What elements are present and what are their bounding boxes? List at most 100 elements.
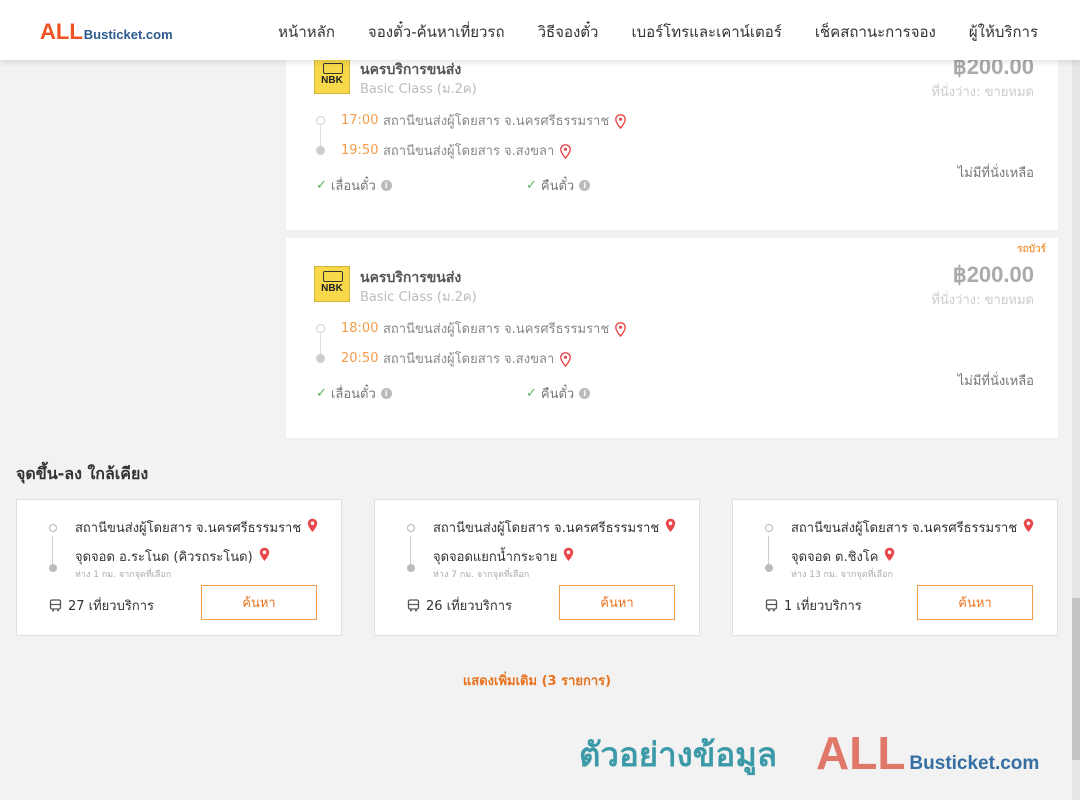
bus-class: Basic Class (ม.2ค) <box>360 290 477 305</box>
nearby-distance: ห่าง 7 กม. จากจุดที่เลือก <box>433 570 530 580</box>
map-pin-icon[interactable] <box>560 352 572 367</box>
departure-stop: 17:00 สถานีขนส่งผู้โดยสาร จ.นครศรีธรรมรา… <box>316 110 627 131</box>
watermark-logo: ALL Busticket.com <box>816 726 1039 780</box>
nearby-trips-count: 26 เที่ยวบริการ <box>426 599 512 614</box>
nav-operators[interactable]: ผู้ให้บริการ <box>969 20 1038 44</box>
nearby-card: สถานีขนส่งผู้โดยสาร จ.นครศรีธรรมราช จุดจ… <box>732 499 1058 636</box>
search-button[interactable]: ค้นหา <box>559 585 675 620</box>
nearby-trips: 27 เที่ยวบริการ <box>49 595 154 616</box>
operator-logo: NBK <box>314 266 350 302</box>
site-logo[interactable]: ALL Busticket.com <box>40 19 173 45</box>
operator-logo-text: NBK <box>321 283 343 294</box>
operator-logo-text: NBK <box>321 75 343 86</box>
check-icon: ✓ <box>316 178 327 193</box>
watermark-logo-all: ALL <box>816 727 906 779</box>
operator-logo: NBK <box>314 58 350 94</box>
map-pin-icon[interactable] <box>259 547 270 562</box>
check-icon: ✓ <box>316 386 327 401</box>
feature-reschedule: ✓ เลื่อนตั๋ว i <box>316 175 392 196</box>
nearby-trips-count: 27 เที่ยวบริการ <box>68 599 154 614</box>
search-button[interactable]: ค้นหา <box>917 585 1033 620</box>
ticket-price: ฿200.00 <box>952 262 1034 287</box>
feature-label: คืนตั๋ว <box>540 179 575 194</box>
no-seat-status: ไม่มีที่นั่งเหลือ <box>957 166 1034 181</box>
nearby-trips-count: 1 เที่ยวบริการ <box>784 599 862 614</box>
nav-home[interactable]: หน้าหลัก <box>278 20 335 44</box>
feature-label: เลื่อนตั๋ว <box>330 179 376 194</box>
info-icon[interactable]: i <box>380 388 392 399</box>
nearby-from: สถานีขนส่งผู้โดยสาร จ.นครศรีธรรมราช <box>433 517 676 538</box>
nav-how-to-book[interactable]: วิธีจองตั๋ว <box>538 20 599 44</box>
scrollbar-thumb[interactable] <box>1072 598 1080 760</box>
nearby-from: สถานีขนส่งผู้โดยสาร จ.นครศรีธรรมราช <box>791 517 1034 538</box>
departure-station: สถานีขนส่งผู้โดยสาร จ.นครศรีธรรมราช <box>383 322 610 337</box>
route-dot <box>316 354 325 363</box>
departure-station: สถานีขนส่งผู้โดยสาร จ.นครศรีธรรมราช <box>383 114 610 129</box>
show-more-link[interactable]: แสดงเพิ่มเติม (3 รายการ) <box>0 670 1074 691</box>
nearby-trips: 1 เที่ยวบริการ <box>765 595 862 616</box>
route-dot <box>316 116 325 125</box>
map-pin-icon[interactable] <box>615 322 627 337</box>
route-dot <box>49 564 57 572</box>
nearby-to: จุดจอด ต.ชิงโค <box>791 546 895 567</box>
arrival-stop: 19:50 สถานีขนส่งผู้โดยสาร จ.สงขลา <box>316 140 572 161</box>
footer-partial-text: ... ... ... <box>440 792 482 800</box>
route-dot <box>49 524 57 532</box>
route-dot <box>765 524 773 532</box>
trip-card[interactable]: รถบัวร์ NBK นครบริการขนส่ง Basic Class (… <box>286 238 1058 438</box>
info-icon[interactable]: i <box>579 180 591 191</box>
route-dot <box>407 524 415 532</box>
bus-icon <box>323 63 343 74</box>
bus-icon <box>765 599 778 612</box>
departure-stop: 18:00 สถานีขนส่งผู้โดยสาร จ.นครศรีธรรมรา… <box>316 318 627 339</box>
route-line <box>410 536 411 566</box>
map-pin-icon[interactable] <box>563 547 574 562</box>
nearby-card: สถานีขนส่งผู้โดยสาร จ.นครศรีธรรมราช จุดจ… <box>374 499 700 636</box>
map-pin-icon[interactable] <box>560 144 572 159</box>
nav-contact-counter[interactable]: เบอร์โทรและเคาน์เตอร์ <box>631 20 781 44</box>
map-pin-icon[interactable] <box>615 114 627 129</box>
seat-availability: ที่นั่งว่าง: ขายหมด <box>931 85 1034 100</box>
bus-icon <box>49 599 62 612</box>
map-pin-icon[interactable] <box>307 518 318 533</box>
nav-book-search[interactable]: จองตั๋ว-ค้นหาเที่ยวรถ <box>368 20 505 44</box>
nearby-to: จุดจอดแยกน้ำกระจาย <box>433 546 574 567</box>
departure-time: 17:00 <box>341 113 379 128</box>
arrival-station: สถานีขนส่งผู้โดยสาร จ.สงขลา <box>383 144 555 159</box>
info-icon[interactable]: i <box>380 180 392 191</box>
logo-busticket-text: Busticket.com <box>83 27 173 42</box>
route-dot <box>407 564 415 572</box>
map-pin-icon[interactable] <box>665 518 676 533</box>
nearby-section-title: จุดขึ้น-ลง ใกล้เคียง <box>16 464 149 483</box>
nearby-trips: 26 เที่ยวบริการ <box>407 595 512 616</box>
check-icon: ✓ <box>526 386 537 401</box>
bus-icon <box>323 271 343 282</box>
arrival-stop: 20:50 สถานีขนส่งผู้โดยสาร จ.สงขลา <box>316 348 572 369</box>
search-button[interactable]: ค้นหา <box>201 585 317 620</box>
map-pin-icon[interactable] <box>1023 518 1034 533</box>
trip-card[interactable]: NBK นครบริการขนส่ง Basic Class (ม.2ค) ฿2… <box>286 40 1058 230</box>
arrival-time: 19:50 <box>341 143 379 158</box>
bus-class: Basic Class (ม.2ค) <box>360 82 477 97</box>
route-dot <box>765 564 773 572</box>
nearby-distance: ห่าง 1 กม. จากจุดที่เลือก <box>75 570 172 580</box>
info-icon[interactable]: i <box>579 388 591 399</box>
feature-refund: ✓ คืนตั๋ว i <box>526 175 591 196</box>
no-seat-status: ไม่มีที่นั่งเหลือ <box>957 374 1034 389</box>
bus-icon <box>407 599 420 612</box>
nearby-from: สถานีขนส่งผู้โดยสาร จ.นครศรีธรรมราช <box>75 517 318 538</box>
route-dot <box>316 324 325 333</box>
arrival-station: สถานีขนส่งผู้โดยสาร จ.สงขลา <box>383 352 555 367</box>
map-pin-icon[interactable] <box>884 547 895 562</box>
nearby-to: จุดจอด อ.ระโนด (คิวรถระโนด) <box>75 546 270 567</box>
site-header: ALL Busticket.com หน้าหลัก จองตั๋ว-ค้นหา… <box>0 0 1080 60</box>
feature-label: เลื่อนตั๋ว <box>330 387 376 402</box>
route-dot <box>316 146 325 155</box>
main-nav: หน้าหลัก จองตั๋ว-ค้นหาเที่ยวรถ วิธีจองตั… <box>245 20 1038 44</box>
nav-check-booking[interactable]: เช็คสถานะการจอง <box>815 20 936 44</box>
arrival-time: 20:50 <box>341 351 379 366</box>
route-line <box>768 536 769 566</box>
watermark-text: ตัวอย่างข้อมูล <box>579 735 778 774</box>
departure-time: 18:00 <box>341 321 379 336</box>
bus-tag: รถบัวร์ <box>1017 244 1046 255</box>
